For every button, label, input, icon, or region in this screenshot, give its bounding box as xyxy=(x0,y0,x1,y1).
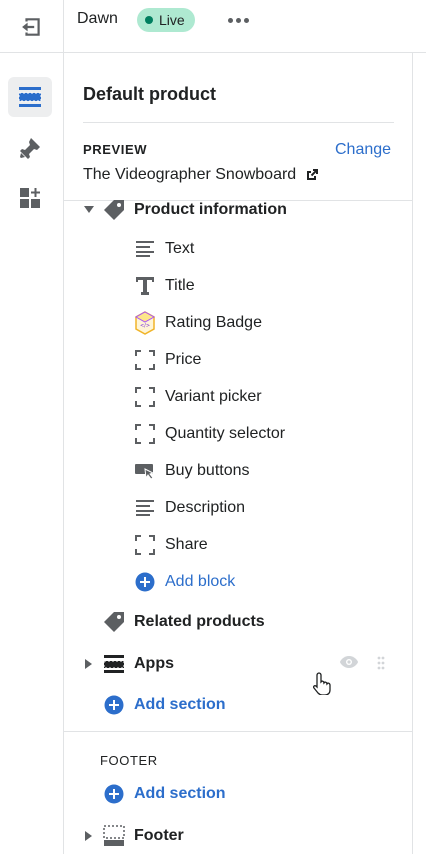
caret-right-icon xyxy=(85,831,92,841)
block-description[interactable]: Description xyxy=(133,496,245,520)
left-rail xyxy=(0,53,64,854)
plus-circle-icon xyxy=(133,570,157,594)
live-dot-icon xyxy=(145,16,153,24)
tag-icon xyxy=(102,198,126,222)
pointer-hand-cursor-icon xyxy=(312,671,333,700)
section-related-products[interactable]: Related products xyxy=(102,610,265,634)
block-label: Rating Badge xyxy=(165,314,262,331)
add-block-label: Add block xyxy=(165,573,236,590)
rail-app-embeds-button[interactable] xyxy=(8,178,52,218)
tag-icon xyxy=(102,610,126,634)
block-label: Text xyxy=(165,240,195,257)
scrollbar-track[interactable] xyxy=(413,53,426,854)
dashed-box-icon xyxy=(133,385,157,409)
divider xyxy=(64,731,413,732)
text-lines-icon xyxy=(133,237,157,261)
preview-product-name: The Videographer Snowboard xyxy=(83,166,297,183)
collapse-product-information-toggle[interactable] xyxy=(82,203,96,217)
top-bar: Dawn Live xyxy=(0,0,426,53)
more-dot xyxy=(243,17,249,23)
caret-down-icon xyxy=(84,206,94,213)
preview-label: PREVIEW xyxy=(83,142,148,157)
block-price[interactable]: Price xyxy=(133,348,201,372)
divider xyxy=(83,122,394,123)
title-t-icon xyxy=(133,274,157,298)
block-label: Description xyxy=(165,499,246,516)
block-rating-badge[interactable]: </> Rating Badge xyxy=(133,311,262,335)
expand-footer-toggle[interactable] xyxy=(82,829,96,843)
section-label: Footer xyxy=(134,827,184,844)
section-icon xyxy=(102,652,126,676)
sections-icon xyxy=(18,87,42,107)
section-label: Related products xyxy=(134,613,265,630)
section-label: Product information xyxy=(134,201,287,218)
rail-theme-settings-button[interactable] xyxy=(8,128,52,168)
dashed-box-icon xyxy=(133,533,157,557)
block-label: Title xyxy=(165,277,195,294)
section-apps[interactable]: Apps xyxy=(102,652,174,676)
plus-circle-icon xyxy=(102,693,126,717)
expand-apps-toggle[interactable] xyxy=(82,657,96,671)
section-icon xyxy=(102,824,126,848)
footer-add-section-button[interactable]: Add section xyxy=(102,782,226,806)
add-section-label: Add section xyxy=(134,785,226,802)
external-link-icon[interactable] xyxy=(305,168,319,182)
eye-icon xyxy=(340,656,358,668)
block-share[interactable]: Share xyxy=(133,533,208,557)
more-dot xyxy=(235,17,241,23)
caret-right-icon xyxy=(85,659,92,669)
buy-button-icon xyxy=(133,459,157,483)
block-label: Share xyxy=(165,536,208,553)
more-actions-button[interactable] xyxy=(222,8,254,32)
block-quantity-selector[interactable]: Quantity selector xyxy=(133,422,285,446)
page-title: Default product xyxy=(83,84,216,104)
theme-name: Dawn xyxy=(77,10,118,27)
more-horizontal-icon xyxy=(227,17,233,23)
rail-sections-button[interactable] xyxy=(8,77,52,117)
add-section-label: Add section xyxy=(134,696,226,713)
block-text[interactable]: Text xyxy=(133,237,194,261)
dashed-box-icon xyxy=(133,348,157,372)
add-block-button[interactable]: Add block xyxy=(133,570,235,594)
app-embeds-icon xyxy=(20,188,40,208)
drag-handle-icon xyxy=(377,656,385,670)
status-badge: Live xyxy=(137,8,195,32)
footer-group-label: FOOTER xyxy=(100,753,158,768)
svg-text:</>: </> xyxy=(140,323,150,329)
block-buy-buttons[interactable]: Buy buttons xyxy=(133,459,250,483)
change-preview-link[interactable]: Change xyxy=(335,141,391,159)
preview-product[interactable]: The Videographer Snowboard xyxy=(83,166,319,184)
hide-section-button[interactable] xyxy=(339,655,359,674)
drag-handle[interactable] xyxy=(376,656,386,675)
block-label: Buy buttons xyxy=(165,462,250,479)
block-variant-picker[interactable]: Variant picker xyxy=(133,385,262,409)
text-lines-icon xyxy=(133,496,157,520)
rating-badge-app-icon: </> xyxy=(133,311,157,335)
sections-panel: Default product PREVIEW Change The Video… xyxy=(64,53,413,854)
section-footer[interactable]: Footer xyxy=(102,824,184,848)
block-label: Variant picker xyxy=(165,388,262,405)
block-title[interactable]: Title xyxy=(133,274,195,298)
block-label: Price xyxy=(165,351,202,368)
section-label: Apps xyxy=(134,655,174,672)
exit-button[interactable] xyxy=(0,0,64,53)
status-badge-label: Live xyxy=(159,12,185,28)
block-label: Quantity selector xyxy=(165,425,286,442)
section-product-information[interactable]: Product information xyxy=(102,198,287,222)
theme-settings-brush-icon xyxy=(20,138,40,159)
dashed-box-icon xyxy=(133,422,157,446)
exit-icon xyxy=(21,17,40,36)
plus-circle-icon xyxy=(102,782,126,806)
add-section-button[interactable]: Add section xyxy=(102,693,226,717)
